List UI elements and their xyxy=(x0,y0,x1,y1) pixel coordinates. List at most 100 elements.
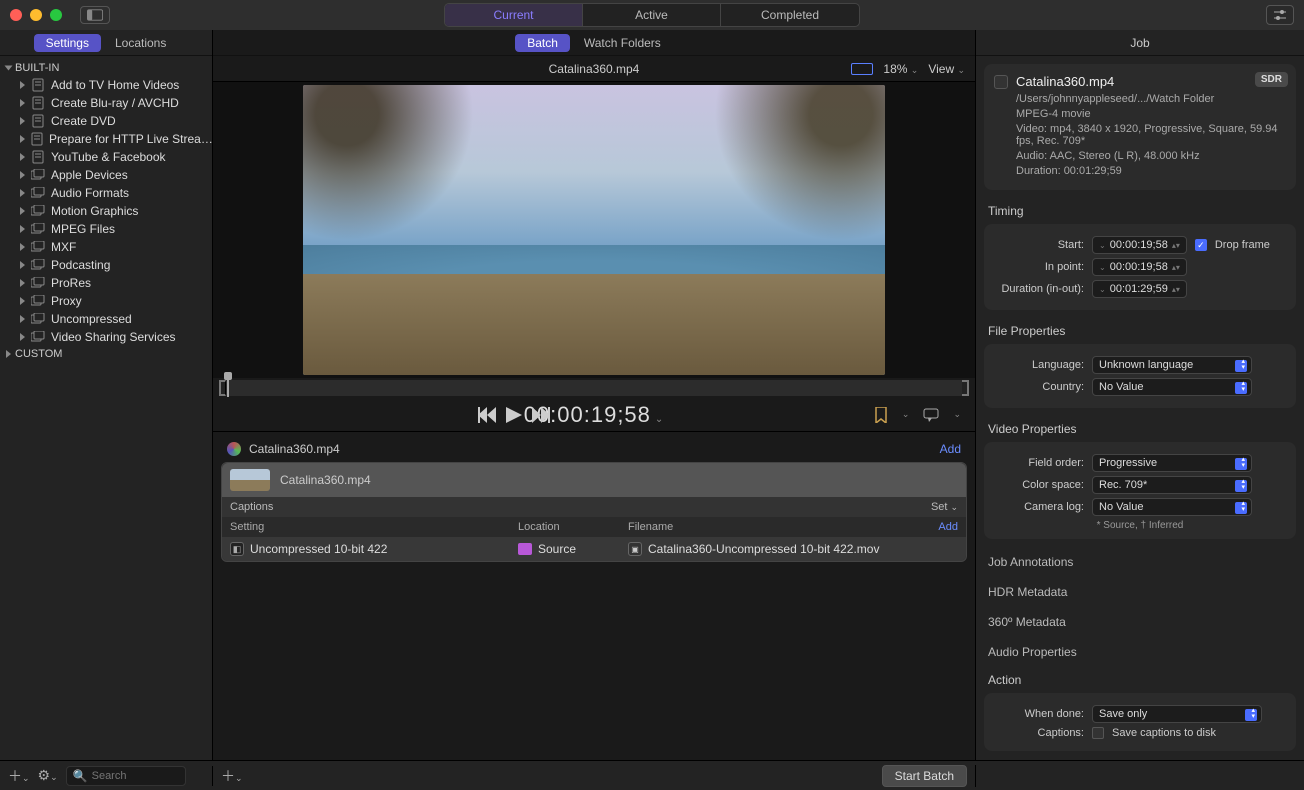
batch-add-button[interactable]: Add xyxy=(940,442,961,456)
add-job-button[interactable]: ＋⌄ xyxy=(221,766,243,786)
aspect-icon[interactable] xyxy=(851,63,873,75)
sidebar-item-7[interactable]: Motion Graphics xyxy=(0,202,212,220)
sidebar-item-5[interactable]: Apple Devices xyxy=(0,166,212,184)
tab-batch[interactable]: Batch xyxy=(515,34,570,52)
playhead[interactable] xyxy=(227,377,229,397)
gear-menu-button[interactable]: ⚙⌄ xyxy=(38,767,58,784)
minimize-window[interactable] xyxy=(30,9,42,21)
select-language[interactable]: Unknown language▴▾ xyxy=(1092,356,1252,374)
output-location: Source xyxy=(538,542,576,556)
sidebar-item-4[interactable]: YouTube & Facebook xyxy=(0,148,212,166)
next-frame-button[interactable] xyxy=(532,407,550,423)
preview-viewport[interactable] xyxy=(213,82,975,378)
search-box[interactable]: 🔍 xyxy=(66,766,186,786)
label-fieldorder: Field order: xyxy=(992,457,1084,469)
label-duration-io: Duration (in-out): xyxy=(992,283,1084,295)
inspector-audio: Audio: AAC, Stereo (L R), 48.000 kHz xyxy=(1016,150,1286,162)
category-custom[interactable]: CUSTOM xyxy=(0,346,212,362)
inspector-title: Job xyxy=(976,30,1304,56)
output-row[interactable]: ◧Uncompressed 10-bit 422 Source ▣Catalin… xyxy=(222,537,966,561)
field-inpoint[interactable]: ⌄00:00:19;58▴▾ xyxy=(1092,258,1187,276)
batch-status-icon xyxy=(227,442,241,456)
sidebar-item-0[interactable]: Add to TV Home Videos xyxy=(0,76,212,94)
sidebar-item-label: Motion Graphics xyxy=(51,204,138,218)
category-custom-label: CUSTOM xyxy=(15,348,62,360)
toggle-sidebar-button[interactable] xyxy=(80,6,110,24)
job-card[interactable]: Catalina360.mp4 Captions Set⌄ Setting Lo… xyxy=(221,462,967,562)
select-cameralog[interactable]: No Value▴▾ xyxy=(1092,498,1252,516)
section-audio-properties[interactable]: Audio Properties xyxy=(976,637,1304,667)
label-start: Start: xyxy=(992,239,1084,251)
preview-image xyxy=(303,85,885,375)
tab-settings[interactable]: Settings xyxy=(34,34,101,52)
sidebar-item-label: Apple Devices xyxy=(51,168,128,182)
label-inpoint: In point: xyxy=(992,261,1084,273)
field-start[interactable]: ⌄00:00:19;58▴▾ xyxy=(1092,236,1187,254)
checkbox-save-captions[interactable] xyxy=(1092,727,1104,739)
zoom-value[interactable]: 18% ⌄ xyxy=(883,62,918,76)
sidebar-item-11[interactable]: ProRes xyxy=(0,274,212,292)
search-icon: 🔍 xyxy=(73,769,88,783)
output-add-button[interactable]: Add xyxy=(938,521,958,533)
tab-locations[interactable]: Locations xyxy=(103,34,178,52)
sidebar-item-label: Video Sharing Services xyxy=(51,330,176,344)
file-icon xyxy=(994,75,1008,89)
preset-group-icon xyxy=(31,240,45,254)
batch-job-title: Catalina360.mp4 xyxy=(249,442,340,456)
label-action-captions: Captions: xyxy=(992,727,1084,739)
tab-current[interactable]: Current xyxy=(445,4,583,26)
sidebar-item-1[interactable]: Create Blu-ray / AVCHD xyxy=(0,94,212,112)
sidebar-item-label: Add to TV Home Videos xyxy=(51,78,179,92)
category-builtin[interactable]: BUILT-IN xyxy=(0,60,212,76)
section-videoprops: Video Properties xyxy=(976,416,1304,442)
col-filename: Filename xyxy=(628,521,938,533)
inspector-toggle-button[interactable] xyxy=(1266,5,1294,25)
view-menu[interactable]: View ⌄ xyxy=(928,62,965,76)
start-batch-button[interactable]: Start Batch xyxy=(882,765,967,787)
sidebar-item-14[interactable]: Video Sharing Services xyxy=(0,328,212,346)
prev-frame-button[interactable] xyxy=(478,407,496,423)
sidebar-item-6[interactable]: Audio Formats xyxy=(0,184,212,202)
select-fieldorder[interactable]: Progressive▴▾ xyxy=(1092,454,1252,472)
section-job-annotations[interactable]: Job Annotations xyxy=(976,547,1304,577)
inspector-path: /Users/johnnyappleseed/.../Watch Folder xyxy=(1016,93,1286,105)
tab-completed[interactable]: Completed xyxy=(721,4,859,26)
label-when-done: When done: xyxy=(992,708,1084,720)
section-hdr-metadata[interactable]: HDR Metadata xyxy=(976,577,1304,607)
sidebar-item-3[interactable]: Prepare for HTTP Live Strea… xyxy=(0,130,212,148)
sidebar-item-label: MPEG Files xyxy=(51,222,115,236)
inspector-filename: Catalina360.mp4 xyxy=(1016,74,1114,89)
select-colorspace[interactable]: Rec. 709*▴▾ xyxy=(1092,476,1252,494)
preview-filename: Catalina360.mp4 xyxy=(549,62,640,76)
checkbox-dropframe[interactable]: ✓ xyxy=(1195,239,1207,251)
sidebar-item-2[interactable]: Create DVD xyxy=(0,112,212,130)
timeline-scrubber[interactable] xyxy=(219,380,969,396)
search-input[interactable] xyxy=(92,770,172,782)
document-icon xyxy=(31,96,45,110)
sidebar-item-8[interactable]: MPEG Files xyxy=(0,220,212,238)
sidebar-item-9[interactable]: MXF xyxy=(0,238,212,256)
settings-tree: BUILT-IN Add to TV Home Videos Create Blu… xyxy=(0,56,212,760)
close-window[interactable] xyxy=(10,9,22,21)
section-timing: Timing xyxy=(976,198,1304,224)
zoom-window[interactable] xyxy=(50,9,62,21)
select-country[interactable]: No Value▴▾ xyxy=(1092,378,1252,396)
comment-icon[interactable] xyxy=(923,408,939,422)
captions-set-button[interactable]: Set⌄ xyxy=(931,501,958,513)
select-when-done[interactable]: Save only▴▾ xyxy=(1092,705,1262,723)
sidebar-item-label: Podcasting xyxy=(51,258,110,272)
add-preset-button[interactable]: ＋⌄ xyxy=(8,766,30,786)
sidebar-item-12[interactable]: Proxy xyxy=(0,292,212,310)
sidebar-item-13[interactable]: Uncompressed xyxy=(0,310,212,328)
field-duration-io[interactable]: ⌄00:01:29;59▴▾ xyxy=(1092,280,1187,298)
tab-active[interactable]: Active xyxy=(583,4,721,26)
tab-watch-folders[interactable]: Watch Folders xyxy=(572,34,673,52)
play-button[interactable] xyxy=(506,407,522,423)
section-360-metadata[interactable]: 360º Metadata xyxy=(976,607,1304,637)
sidebar-item-10[interactable]: Podcasting xyxy=(0,256,212,274)
captions-label: Captions xyxy=(230,501,273,513)
marker-icon[interactable] xyxy=(874,407,888,423)
sdr-badge: SDR xyxy=(1255,72,1288,87)
preset-group-icon xyxy=(31,276,45,290)
output-setting: Uncompressed 10-bit 422 xyxy=(250,542,387,556)
